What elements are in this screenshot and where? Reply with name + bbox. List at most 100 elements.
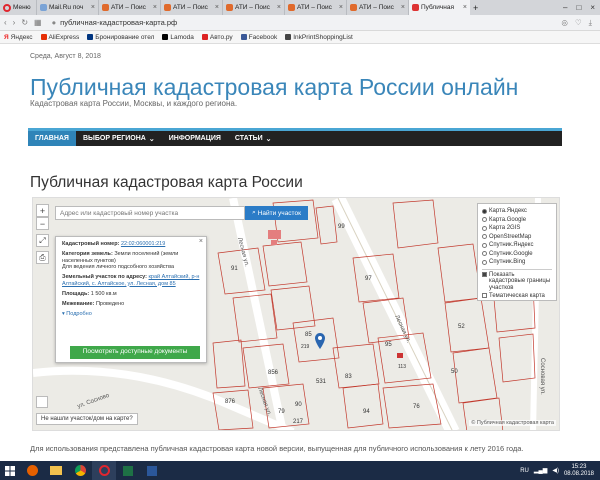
- bookmark-aliexpress[interactable]: AliExpress: [40, 34, 79, 41]
- map-pin-icon[interactable]: [315, 333, 325, 349]
- cadastral-number-link[interactable]: 22:02:060001:219: [121, 241, 165, 247]
- expand-icon: ⤢: [39, 235, 46, 245]
- word-icon: [147, 465, 157, 476]
- taskbar-explorer[interactable]: [44, 461, 68, 480]
- close-icon[interactable]: ×: [199, 238, 203, 246]
- lamoda-icon: [162, 34, 169, 40]
- svg-text:99: 99: [338, 224, 345, 230]
- new-tab-button[interactable]: +: [470, 0, 484, 15]
- find-lot-button[interactable]: ⌕ Найти участок: [245, 206, 308, 220]
- zoom-out-button[interactable]: −: [36, 217, 49, 230]
- browser-tab[interactable]: Mail.Ru поч ×: [36, 0, 98, 15]
- fullscreen-button[interactable]: ⤢: [36, 234, 49, 247]
- lock-icon: ●: [51, 18, 57, 27]
- bookmark-inkprint[interactable]: InkPrintShoppingList: [285, 34, 353, 41]
- opera-icon: [98, 465, 110, 476]
- bookmark-yandex[interactable]: Я Яндекс: [4, 34, 33, 41]
- layer-option-yandex-map[interactable]: Карта.Яндекс: [482, 207, 552, 216]
- clock-time: 15:23: [571, 463, 587, 470]
- svg-text:856: 856: [268, 370, 279, 376]
- print-button[interactable]: ⎙: [36, 251, 49, 264]
- bookmark-autoru[interactable]: Авто.ру: [201, 34, 233, 41]
- bookmark-facebook[interactable]: Facebook: [240, 34, 277, 41]
- browser-menu-label: Меню: [13, 4, 31, 11]
- network-icon[interactable]: ▂▄▆: [534, 467, 547, 474]
- building-marker: [397, 353, 403, 358]
- window-controls: – □ ×: [563, 0, 600, 15]
- close-icon[interactable]: ×: [215, 4, 219, 11]
- more-details-link[interactable]: ▾ Подробно: [62, 311, 200, 318]
- layer-option-yandex-satellite[interactable]: Спутник.Яндекс: [482, 241, 552, 250]
- close-icon[interactable]: ×: [463, 4, 467, 11]
- minimize-icon[interactable]: –: [563, 3, 567, 12]
- clock[interactable]: 15:23 08.08.2018: [564, 464, 594, 478]
- close-icon[interactable]: ×: [91, 4, 95, 11]
- volume-icon[interactable]: ◀): [552, 467, 559, 474]
- bookmark-booking[interactable]: Бронирование отел: [87, 34, 154, 41]
- main-navigation: ГЛАВНАЯ ВЫБОР РЕГИОНА ⌄ ИНФОРМАЦИЯ СТАТЬИ…: [28, 128, 562, 146]
- taskbar-firefox[interactable]: [20, 461, 44, 480]
- layer-option-google-map[interactable]: Карта.Google: [482, 216, 552, 225]
- maximize-icon[interactable]: □: [576, 3, 581, 12]
- browser-tab[interactable]: АТИ – Поис ×: [222, 0, 284, 15]
- measure-icon[interactable]: [36, 396, 48, 408]
- page-date: Среда, Август 8, 2018: [30, 53, 101, 60]
- bookmark-lamoda[interactable]: Lamoda: [162, 34, 194, 41]
- heart-icon[interactable]: ♡: [575, 18, 582, 28]
- browser-tab[interactable]: АТИ – Поис ×: [98, 0, 160, 15]
- browser-menu-button[interactable]: Меню: [0, 0, 36, 15]
- close-icon[interactable]: ×: [153, 4, 157, 11]
- browser-tab[interactable]: АТИ – Поис ×: [346, 0, 408, 15]
- nav-item-info[interactable]: ИНФОРМАЦИЯ: [162, 131, 228, 146]
- nav-item-articles[interactable]: СТАТЬИ ⌄: [228, 131, 279, 146]
- nav-item-home[interactable]: ГЛАВНАЯ: [28, 131, 76, 146]
- svg-text:94: 94: [363, 409, 370, 415]
- taskbar-word[interactable]: [140, 461, 164, 480]
- bookmarks-bar: Я Яндекс AliExpress Бронирование отел Lam…: [0, 31, 600, 44]
- not-found-link[interactable]: Не нашли участок/дом на карте?: [36, 413, 138, 425]
- area-row: Площадь: 1 500 кв.м: [62, 291, 200, 298]
- close-icon[interactable]: ×: [277, 4, 281, 11]
- field-value: Проведено: [95, 300, 125, 307]
- bookmark-label: Бронирование отел: [95, 33, 155, 41]
- taskbar-chrome[interactable]: [68, 461, 92, 480]
- camera-icon[interactable]: ◎: [561, 18, 568, 28]
- browser-tab[interactable]: АТИ – Поис ×: [160, 0, 222, 15]
- checkbox-icon: [482, 293, 487, 298]
- flag-icon: [412, 4, 419, 11]
- address-actions: ◎ ♡ ⤓: [561, 18, 600, 28]
- map-search-input[interactable]: [55, 206, 245, 220]
- layer-option-google-satellite[interactable]: Спутник.Google: [482, 250, 552, 259]
- nav-item-region[interactable]: ВЫБОР РЕГИОНА ⌄: [76, 131, 162, 146]
- back-icon[interactable]: ‹: [4, 18, 7, 27]
- taskbar-excel[interactable]: [116, 461, 140, 480]
- layer-option-2gis[interactable]: Карта 2GIS: [482, 224, 552, 233]
- url-field[interactable]: ● публичная-кадастровая-карта.рф: [52, 18, 178, 27]
- site-title[interactable]: Публичная кадастровая карта России онлай…: [30, 74, 518, 101]
- cadastral-map[interactable]: Лесная ул. Лесная ул. ул. Сосново Соснов…: [32, 197, 560, 431]
- forward-icon[interactable]: ›: [13, 18, 16, 27]
- intro-paragraph: Для использования представлена публичная…: [30, 444, 524, 453]
- browser-tab-active[interactable]: Публичная ×: [408, 0, 470, 15]
- layer-option-bing-satellite[interactable]: Спутник.Bing: [482, 258, 552, 267]
- zoom-in-button[interactable]: +: [36, 204, 49, 217]
- close-icon[interactable]: ×: [339, 4, 343, 11]
- language-indicator[interactable]: RU: [520, 468, 529, 474]
- reload-icon[interactable]: ↻: [21, 18, 28, 27]
- browser-tab[interactable]: АТИ – Поис ×: [284, 0, 346, 15]
- start-button[interactable]: [0, 461, 20, 480]
- tab-label: АТИ – Поис: [235, 4, 270, 11]
- view-documents-button[interactable]: Посмотреть доступные документы: [70, 346, 200, 359]
- svg-text:219: 219: [301, 344, 310, 350]
- download-icon[interactable]: ⤓: [589, 18, 592, 28]
- thematic-map-checkbox[interactable]: Тематическая карта: [482, 293, 552, 300]
- taskbar-opera[interactable]: [92, 461, 116, 480]
- layer-option-osm[interactable]: OpenStreetMap: [482, 233, 552, 242]
- window-close-icon[interactable]: ×: [590, 3, 595, 12]
- field-label: Земельный участок по адресу:: [62, 274, 147, 280]
- close-icon[interactable]: ×: [401, 4, 405, 11]
- layer-label: Спутник.Bing: [489, 259, 526, 266]
- tab-label: АТИ – Поис: [297, 4, 332, 11]
- speed-dial-icon[interactable]: ▦: [34, 18, 42, 27]
- show-boundaries-checkbox[interactable]: Показать кадастровые границы участков: [482, 271, 552, 292]
